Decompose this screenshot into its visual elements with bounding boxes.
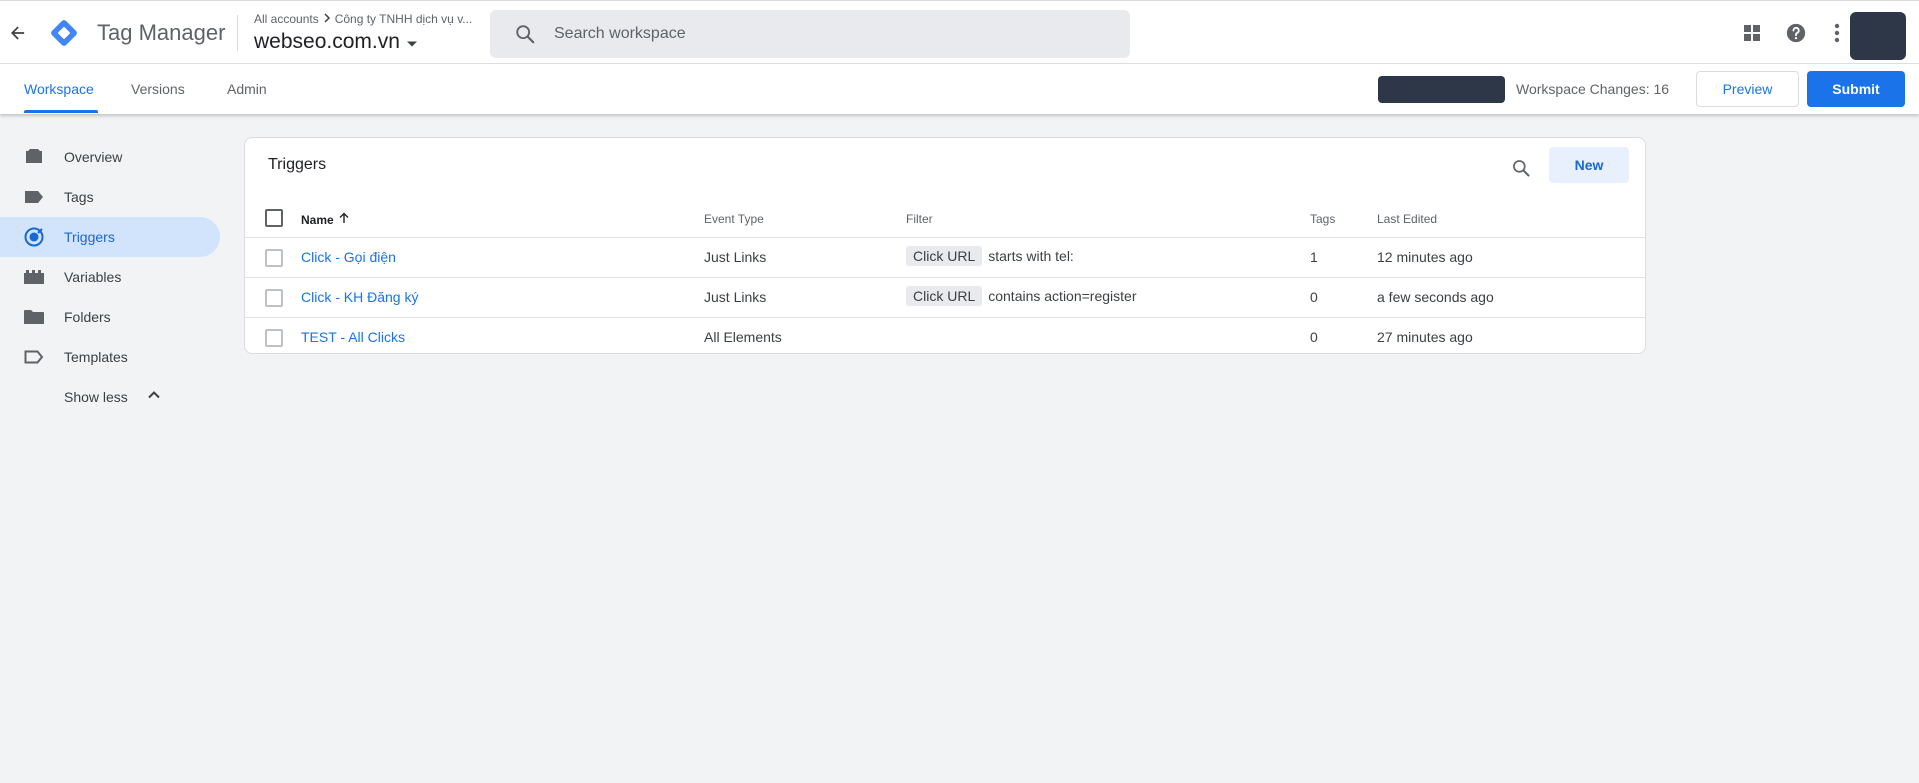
trigger-name-link[interactable]: TEST - All Clicks bbox=[301, 329, 405, 345]
template-icon bbox=[24, 347, 44, 367]
apps-grid-icon[interactable] bbox=[1740, 21, 1764, 45]
trigger-event-type: Just Links bbox=[704, 289, 767, 305]
back-arrow-icon[interactable] bbox=[4, 19, 32, 47]
breadcrumb[interactable]: All accounts Công ty TNHH dịch vụ v... bbox=[254, 12, 472, 26]
column-header-filter[interactable]: Filter bbox=[906, 212, 933, 226]
breadcrumb-account[interactable]: Công ty TNHH dịch vụ v... bbox=[335, 12, 473, 26]
sidebar-item-triggers[interactable]: Triggers bbox=[0, 217, 220, 257]
workspace-changes-count: Workspace Changes: 16 bbox=[1516, 81, 1670, 97]
trigger-last-edited: a few seconds ago bbox=[1377, 289, 1494, 305]
sidebar-item-label: Triggers bbox=[64, 229, 115, 245]
card-title: Triggers bbox=[268, 156, 327, 173]
tag-manager-logo bbox=[48, 17, 80, 49]
search-input[interactable] bbox=[554, 10, 1114, 58]
table-row: TEST - All Clicks All Elements 0 27 minu… bbox=[245, 318, 1645, 358]
column-header-tags[interactable]: Tags bbox=[1310, 212, 1335, 226]
trigger-last-edited: 12 minutes ago bbox=[1377, 249, 1473, 265]
trigger-filter: Click URL starts with tel: bbox=[906, 246, 1074, 266]
workspace-selector[interactable] bbox=[1378, 76, 1505, 103]
column-header-last-edited[interactable]: Last Edited bbox=[1377, 212, 1437, 226]
submit-button[interactable]: Submit bbox=[1807, 71, 1905, 107]
tag-icon bbox=[24, 187, 44, 207]
product-name: Tag Manager bbox=[97, 20, 226, 45]
tab-versions[interactable]: Versions bbox=[131, 81, 185, 97]
trigger-last-edited: 27 minutes ago bbox=[1377, 329, 1473, 345]
trigger-icon bbox=[24, 227, 44, 247]
trigger-event-type: Just Links bbox=[704, 249, 767, 265]
workspace-tab-bar: Workspace Versions Admin Workspace Chang… bbox=[0, 64, 1919, 114]
trigger-filter: Click URL contains action=register bbox=[906, 286, 1137, 306]
trigger-tag-count: 0 bbox=[1310, 329, 1318, 345]
new-trigger-button[interactable]: New bbox=[1549, 147, 1629, 183]
sidebar-item-label: Templates bbox=[64, 349, 128, 365]
column-header-label: Name bbox=[301, 212, 334, 227]
search-icon[interactable] bbox=[1507, 154, 1535, 182]
column-header-name[interactable]: Name bbox=[301, 212, 350, 227]
sidebar-item-label: Folders bbox=[64, 309, 111, 325]
trigger-event-type: All Elements bbox=[704, 329, 782, 345]
tab-admin[interactable]: Admin bbox=[227, 81, 267, 97]
container-name: webseo.com.vn bbox=[254, 30, 400, 53]
sidebar-item-tags[interactable]: Tags bbox=[0, 177, 220, 217]
top-bar: Tag Manager All accounts Công ty TNHH dị… bbox=[0, 0, 1919, 64]
sidebar-item-variables[interactable]: Variables bbox=[0, 257, 220, 297]
sidebar-item-folders[interactable]: Folders bbox=[0, 297, 220, 337]
trigger-name-link[interactable]: Click - Gọi điện bbox=[301, 249, 396, 265]
help-icon[interactable] bbox=[1784, 21, 1808, 45]
filter-variable-chip: Click URL bbox=[906, 286, 983, 306]
filter-variable-chip: Click URL bbox=[906, 246, 983, 266]
workspace-search[interactable] bbox=[490, 10, 1130, 58]
account-avatar[interactable] bbox=[1850, 12, 1906, 60]
column-header-event-type[interactable]: Event Type bbox=[704, 212, 764, 226]
active-tab-indicator bbox=[24, 110, 98, 113]
sidebar-item-label: Overview bbox=[64, 149, 123, 165]
container-selector[interactable]: webseo.com.vn bbox=[254, 30, 418, 54]
sidebar-nav: Overview Tags Triggers Variables Folders… bbox=[0, 137, 222, 417]
trigger-tag-count: 0 bbox=[1310, 289, 1318, 305]
show-less-label: Show less bbox=[64, 389, 128, 405]
trigger-tag-count: 1 bbox=[1310, 249, 1318, 265]
trigger-name-link[interactable]: Click - KH Đăng ký bbox=[301, 289, 418, 305]
sidebar-item-label: Tags bbox=[64, 189, 94, 205]
table-row: Click - KH Đăng ký Just Links Click URL c… bbox=[245, 278, 1645, 318]
chevron-right-icon bbox=[322, 12, 332, 26]
select-all-checkbox[interactable] bbox=[265, 209, 283, 227]
row-checkbox[interactable] bbox=[265, 329, 283, 347]
tab-workspace[interactable]: Workspace bbox=[24, 81, 94, 97]
sidebar-item-templates[interactable]: Templates bbox=[0, 337, 220, 377]
table-header: Name Event Type Filter Tags Last Edited bbox=[245, 198, 1645, 238]
table-row: Click - Gọi điện Just Links Click URL sta… bbox=[245, 238, 1645, 278]
filter-condition: contains action=register bbox=[988, 288, 1137, 304]
more-vert-icon[interactable] bbox=[1825, 21, 1849, 45]
sort-ascending-icon bbox=[338, 212, 350, 227]
filter-condition: starts with tel: bbox=[988, 248, 1074, 264]
sidebar-item-overview[interactable]: Overview bbox=[0, 137, 220, 177]
row-checkbox[interactable] bbox=[265, 249, 283, 267]
triggers-card: Triggers New Name Event Type Filter Tags… bbox=[244, 137, 1646, 354]
breadcrumb-root[interactable]: All accounts bbox=[254, 12, 319, 26]
search-icon bbox=[514, 23, 536, 50]
dropdown-arrow-icon bbox=[406, 30, 418, 54]
header-divider bbox=[237, 15, 238, 51]
preview-button[interactable]: Preview bbox=[1696, 71, 1799, 107]
sidebar-item-label: Variables bbox=[64, 269, 122, 285]
overview-icon bbox=[24, 147, 44, 167]
show-less-toggle[interactable]: Show less bbox=[0, 377, 220, 417]
variables-icon bbox=[24, 267, 44, 287]
chevron-up-icon bbox=[146, 387, 162, 408]
folder-icon bbox=[24, 307, 44, 327]
row-checkbox[interactable] bbox=[265, 289, 283, 307]
